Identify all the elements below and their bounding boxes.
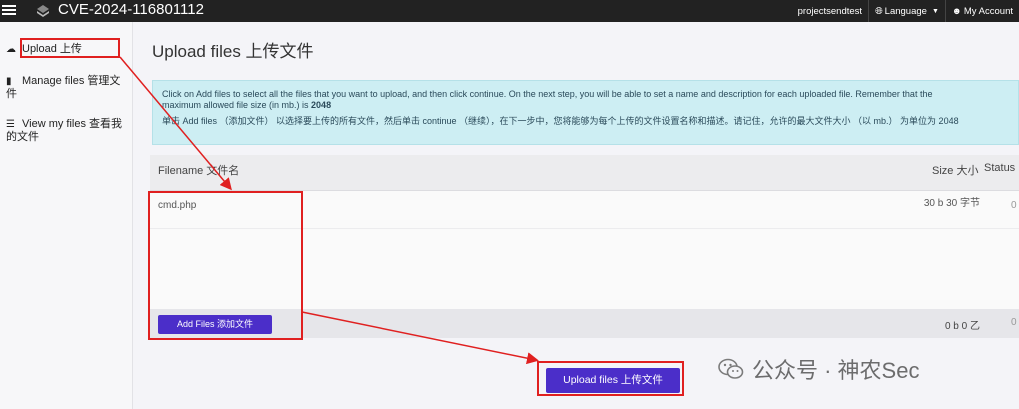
sidebar: ☁ Upload 上传 ▮ Manage files 管理文件 ☰ View my f… — [0, 22, 133, 409]
add-files-button[interactable]: Add Files 添加文件 — [158, 315, 272, 334]
brand-logo-icon — [37, 5, 49, 17]
caret-down-icon: ▼ — [931, 7, 939, 15]
language-label: Language — [884, 5, 927, 17]
hamburger-menu-icon[interactable] — [2, 3, 16, 17]
total-status: 0 — [1011, 317, 1017, 328]
alert-size-text: maximum allowed file size (in mb.) is — [162, 100, 312, 110]
info-alert: Click on Add files to select all the fil… — [152, 80, 1019, 145]
top-right-menu: projectsendtest 🌐︎ Language ▼ ☻ My Accou… — [792, 0, 1019, 22]
user-menu[interactable]: projectsendtest — [792, 0, 868, 22]
sidebar-item-view-files[interactable]: ☰ View my files 查看我的文件 — [6, 118, 128, 143]
sidebar-item-label: Manage files 管理文件 — [6, 75, 121, 100]
user-label: projectsendtest — [797, 5, 863, 17]
wechat-icon — [718, 358, 744, 379]
alert-line-2: maximum allowed file size (in mb.) is 20… — [162, 100, 1018, 111]
upload-queue-panel: Filename 文件名 Size 大小 Status cmd.php 30 b… — [150, 155, 1019, 338]
table-header: Filename 文件名 Size 大小 Status — [150, 155, 1019, 191]
table-row[interactable]: cmd.php 30 b 30 字节 0 — [150, 192, 1019, 229]
column-header-size: Size 大小 — [932, 165, 979, 177]
column-header-filename: Filename 文件名 — [158, 165, 240, 177]
list-icon: ☰ — [6, 119, 15, 130]
user-icon: ☻ — [951, 5, 962, 17]
alert-max-size: 2048 — [311, 100, 332, 110]
file-name: cmd.php — [158, 200, 197, 211]
upload-files-button[interactable]: Upload files 上传文件 — [546, 368, 680, 393]
account-menu[interactable]: ☻ My Account — [944, 0, 1019, 22]
column-header-status: Status — [984, 162, 1016, 174]
file-status: 0 — [1011, 200, 1017, 211]
table-footer: Add Files 添加文件 0 b 0 乙 0 — [150, 309, 1019, 338]
sidebar-item-label: View my files 查看我的文件 — [6, 118, 123, 143]
globe-icon: 🌐︎ — [875, 5, 883, 17]
app-title[interactable]: CVE-2024-116801112 — [58, 1, 204, 19]
alert-line-3: 单击 Add files （添加文件） 以选择要上传的所有文件，然后单击 con… — [162, 116, 959, 126]
account-label: My Account — [963, 5, 1013, 17]
sidebar-item-label: Upload 上传 — [22, 43, 82, 55]
cloud-upload-icon: ☁ — [6, 44, 16, 55]
top-navbar: CVE-2024-116801112 projectsendtest 🌐︎ La… — [0, 0, 1019, 22]
watermark-text: 公众号 · 神农Sec — [752, 358, 920, 383]
alert-line-1: Click on Add files to select all the fil… — [162, 89, 933, 99]
total-size: 0 b 0 乙 — [944, 321, 980, 332]
file-size: 30 b 30 字节 — [923, 198, 980, 209]
file-icon: ▮ — [6, 76, 12, 87]
language-menu[interactable]: 🌐︎ Language ▼ — [868, 0, 945, 22]
watermark: 公众号 · 神农Sec — [718, 353, 919, 385]
sidebar-item-upload[interactable]: ☁ Upload 上传 — [6, 43, 82, 56]
sidebar-item-manage-files[interactable]: ▮ Manage files 管理文件 — [6, 75, 128, 100]
page-title: Upload files 上传文件 — [152, 42, 314, 61]
